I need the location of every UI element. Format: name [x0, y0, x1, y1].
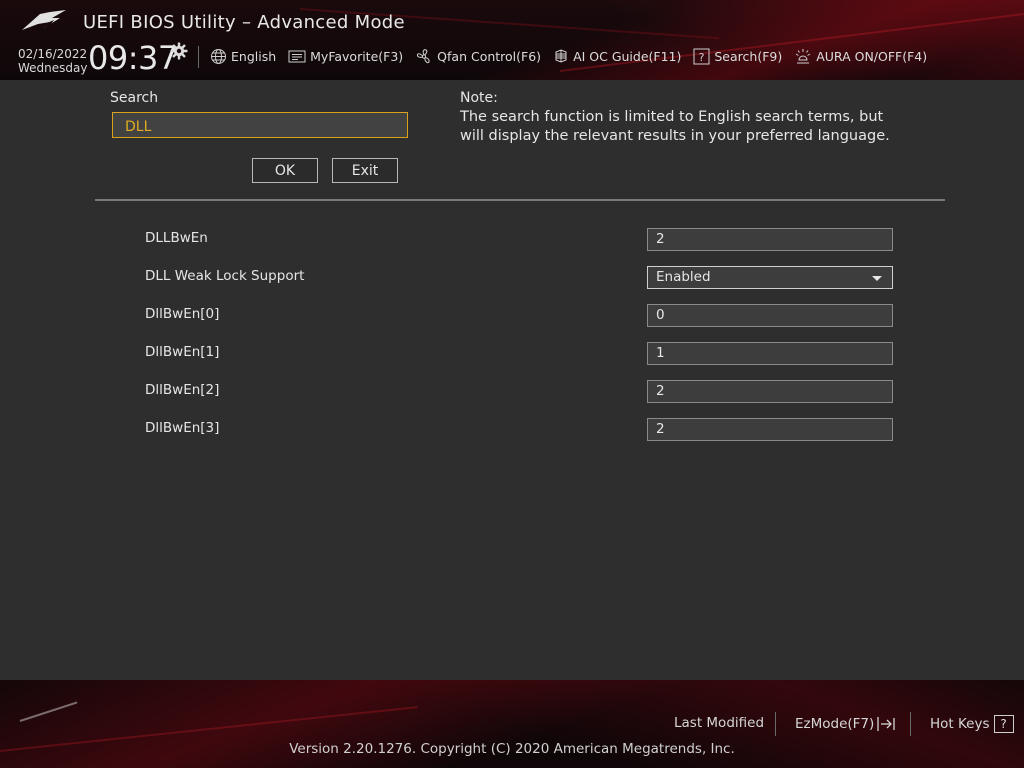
fan-icon: [417, 48, 430, 63]
result-row: DllBwEn[1] 1: [0, 342, 1024, 366]
dllbwen-input[interactable]: 2: [647, 228, 893, 251]
dllbwen-3-input[interactable]: 2: [647, 418, 893, 441]
dllbwen-2-input[interactable]: 2: [647, 380, 893, 403]
note-text: The search function is limited to Englis…: [460, 109, 890, 144]
qfan-control-label: Qfan Control(F6): [437, 48, 542, 64]
date-text: 02/16/2022: [18, 47, 88, 61]
ai-oc-guide-label: AI OC Guide(F11): [573, 48, 682, 64]
exit-button[interactable]: Exit: [332, 158, 398, 183]
chip-icon: [555, 49, 567, 63]
search-field-label: Search: [110, 90, 159, 106]
date-display: 02/16/2022 Wednesday: [18, 47, 87, 75]
app-title: UEFI BIOS Utility – Advanced Mode: [83, 12, 405, 33]
ok-button[interactable]: OK: [252, 158, 318, 183]
language-label: English: [231, 48, 277, 64]
last-modified-button[interactable]: Last Modified: [674, 715, 764, 731]
result-label: DllBwEn[0]: [145, 306, 220, 322]
exit-arrow-icon: [877, 717, 895, 731]
hot-keys-button[interactable]: Hot Keys ?: [930, 715, 1014, 733]
myfavorite-button[interactable]: MyFavorite(F3): [288, 49, 403, 64]
dllbwen-0-input[interactable]: 0: [647, 304, 893, 327]
note-title: Note:: [460, 90, 498, 106]
result-label: DLLBwEn: [145, 230, 208, 246]
result-label: DllBwEn[2]: [145, 382, 220, 398]
aura-toggle-label: AURA ON/OFF(F4): [816, 48, 928, 64]
search-button[interactable]: ? Search(F9): [693, 48, 782, 65]
version-text: Version 2.20.1276. Copyright (C) 2020 Am…: [289, 741, 735, 757]
header-nav: English MyFavorite(F3) Qfan Control(F6) …: [210, 47, 939, 65]
result-row: DLLBwEn 2: [0, 228, 1024, 252]
footer-separator: [910, 712, 911, 736]
footer-decor-stripe: [19, 701, 78, 722]
hot-keys-label: Hot Keys: [930, 716, 990, 732]
help-question-icon: ?: [993, 715, 1014, 733]
ai-oc-guide-button[interactable]: AI OC Guide(F11): [553, 48, 681, 64]
globe-icon: [211, 48, 226, 64]
result-label: DLL Weak Lock Support: [145, 268, 305, 284]
ezmode-label: EzMode(F7): [795, 716, 875, 732]
weekday-text: Wednesday: [18, 61, 88, 75]
dllbwen-1-input[interactable]: 1: [647, 342, 893, 365]
header-bar: UEFI BIOS Utility – Advanced Mode 02/16/…: [0, 0, 1024, 80]
search-label: Search(F9): [714, 48, 783, 64]
gear-icon[interactable]: [170, 42, 188, 60]
footer-separator: [775, 712, 776, 736]
rog-logo-icon: [22, 10, 66, 30]
aura-toggle-button[interactable]: AURA ON/OFF(F4): [794, 48, 927, 65]
ezmode-button[interactable]: EzMode(F7): [795, 715, 896, 733]
result-row: DLL Weak Lock Support Enabled: [0, 266, 1024, 290]
language-button[interactable]: English: [210, 48, 276, 65]
header-separator: [198, 46, 199, 68]
result-row: DllBwEn[2] 2: [0, 380, 1024, 404]
clock-display: 09:37: [88, 39, 178, 77]
search-input[interactable]: [112, 112, 408, 138]
result-label: DllBwEn[1]: [145, 344, 220, 360]
search-question-icon: ?: [693, 48, 710, 64]
favorite-icon: [288, 50, 306, 62]
result-row: DllBwEn[0] 0: [0, 304, 1024, 328]
dll-weak-lock-support-select[interactable]: Enabled: [647, 266, 893, 289]
result-label: DllBwEn[3]: [145, 420, 220, 436]
chevron-down-icon: [872, 276, 882, 281]
myfavorite-label: MyFavorite(F3): [310, 48, 404, 64]
search-panel: Search OK Exit Note: The search function…: [0, 80, 1024, 680]
select-value: Enabled: [656, 269, 711, 285]
aura-icon: [795, 48, 811, 63]
result-row: DllBwEn[3] 2: [0, 418, 1024, 442]
results-divider: [95, 199, 945, 201]
last-modified-label: Last Modified: [674, 715, 765, 731]
qfan-control-button[interactable]: Qfan Control(F6): [415, 48, 541, 65]
footer-bar: Last Modified EzMode(F7) Hot Keys ? Vers…: [0, 680, 1024, 768]
svg-text:?: ?: [699, 51, 705, 64]
